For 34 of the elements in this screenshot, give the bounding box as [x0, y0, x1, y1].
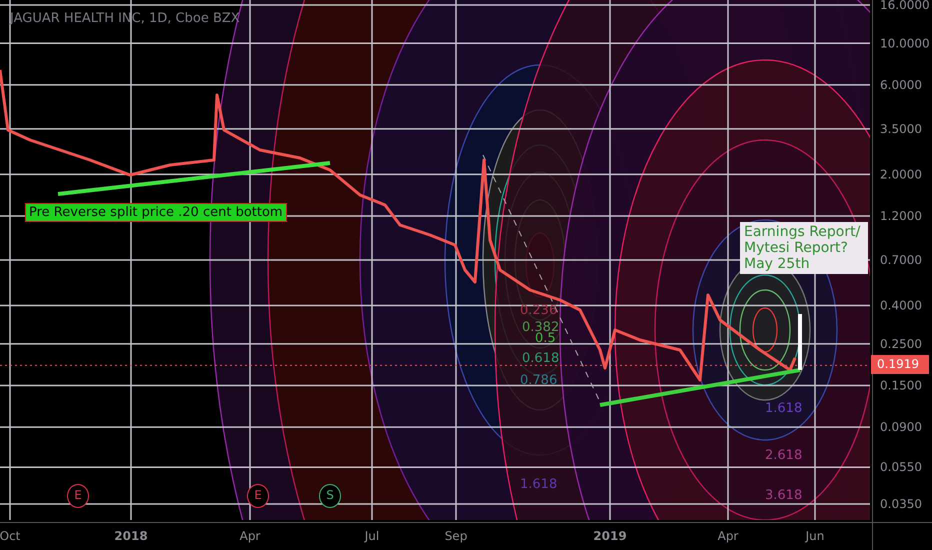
fib-level-label: 0.786 [520, 373, 558, 388]
fib-level-label: 3.618 [765, 488, 802, 503]
fib-level-label: 0.236 [520, 303, 558, 318]
earnings-event-marker[interactable]: E [67, 484, 89, 508]
price-range-bar [798, 314, 802, 370]
time-axis-label: Oct [0, 529, 20, 543]
price-axis-label: 0.0350 [880, 497, 922, 512]
price-axis-label: 2.0000 [880, 167, 922, 182]
price-axis-label: 16.0000 [880, 0, 930, 12]
price-axis-label: 0.0550 [880, 460, 922, 474]
time-axis-label: 2019 [593, 529, 627, 543]
last-price-badge: 0.1919 [871, 355, 929, 374]
time-axis-label: 2018 [114, 529, 148, 543]
time-axis-label: Apr [718, 529, 738, 543]
price-axis-label: 1.2000 [880, 209, 922, 224]
price-axis-label: 0.1500 [880, 378, 922, 392]
fib-level-label: 1.618 [520, 477, 558, 492]
time-axis-label: Jul [364, 529, 380, 543]
time-axis-label: Jun [806, 529, 824, 543]
time-axis-label: Sep [444, 529, 468, 543]
chart-callout[interactable]: Earnings Report/ Mytesi Report? May 25th [740, 222, 868, 274]
price-axis-label: 10.0000 [880, 36, 930, 50]
time-axis-label: Apr [240, 529, 260, 543]
price-axis-label: 0.4000 [880, 298, 922, 313]
fib-level-label: 2.618 [765, 448, 802, 463]
fib-level-label: 0.618 [522, 351, 560, 366]
chart-label[interactable]: Pre Reverse split price .20 cent bottom [25, 203, 287, 222]
fib-level-label: 0.5 [535, 331, 556, 346]
price-axis-label: 3.5000 [880, 122, 922, 136]
fib-level-label: 1.618 [765, 401, 802, 416]
price-axis-label: 0.7000 [880, 252, 922, 267]
price-axis-label: 6.0000 [880, 78, 922, 92]
price-axis-label: 0.2500 [880, 336, 922, 351]
price-axis-label: 0.0900 [880, 420, 922, 434]
